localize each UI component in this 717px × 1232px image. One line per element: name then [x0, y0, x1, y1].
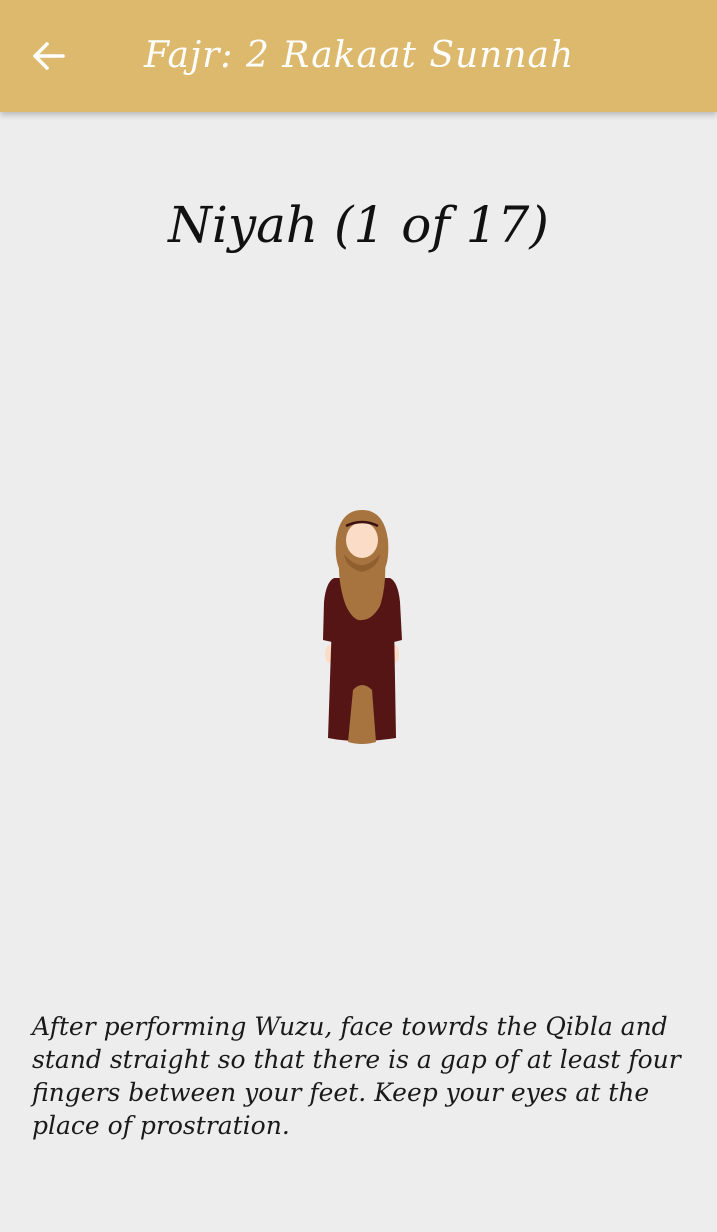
standing-woman-hijab-illustration [323, 510, 402, 744]
step-title: Niyah (1 of 17) [168, 196, 549, 254]
page-title: Fajr: 2 Rakaat Sunnah [144, 35, 575, 76]
step-content: Niyah (1 of 17) After performing Wuzu, f… [0, 112, 717, 1232]
arrow-left-icon [33, 42, 65, 70]
step-description: After performing Wuzu, face towrds the Q… [32, 1012, 681, 1140]
app-bar: Fajr: 2 Rakaat Sunnah [0, 0, 717, 112]
back-button[interactable] [24, 32, 72, 80]
